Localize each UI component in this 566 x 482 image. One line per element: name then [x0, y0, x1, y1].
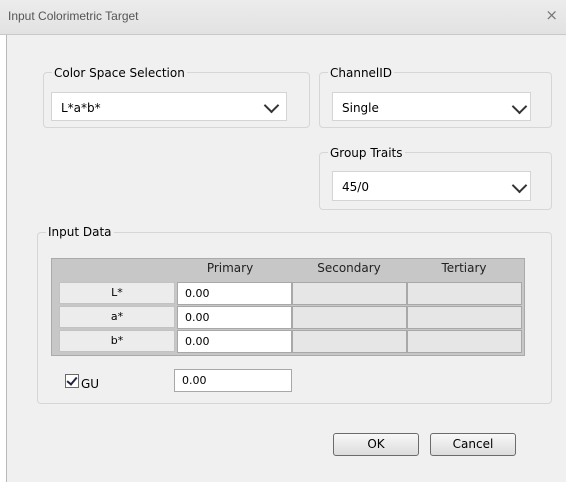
- row-header-a: a*: [59, 306, 175, 328]
- title-bar[interactable]: Input Colorimetric Target ×: [0, 0, 566, 35]
- b-primary-input[interactable]: 0.00: [177, 330, 292, 353]
- l-secondary-cell[interactable]: [292, 282, 407, 305]
- gu-checkbox[interactable]: [65, 374, 79, 388]
- ok-button[interactable]: OK: [333, 433, 419, 456]
- chevron-down-icon: [511, 177, 528, 194]
- dialog-title: Input Colorimetric Target: [8, 9, 139, 23]
- group-traits-label: Group Traits: [328, 146, 405, 160]
- column-header-secondary: Secondary: [317, 261, 381, 275]
- input-data-label: Input Data: [46, 225, 114, 239]
- column-header-tertiary: Tertiary: [441, 261, 487, 275]
- gu-label: GU: [81, 377, 100, 391]
- channel-id-label: ChannelID: [328, 66, 395, 80]
- chevron-down-icon: [263, 97, 280, 114]
- group-traits-value: 45/0: [342, 180, 369, 194]
- b-secondary-cell[interactable]: [292, 330, 407, 353]
- a-primary-value: 0.00: [185, 311, 210, 324]
- b-tertiary-cell[interactable]: [407, 330, 522, 353]
- color-space-label: Color Space Selection: [52, 66, 187, 80]
- l-primary-input[interactable]: 0.00: [177, 282, 292, 305]
- checkmark-icon: [66, 374, 78, 386]
- color-space-value: L*a*b*: [61, 101, 101, 115]
- row-header-b: b*: [59, 330, 175, 352]
- input-data-table: Primary Secondary Tertiary L* 0.00 a* 0.…: [51, 258, 525, 356]
- b-primary-value: 0.00: [185, 335, 210, 348]
- group-traits-select[interactable]: 45/0: [332, 171, 531, 201]
- a-tertiary-cell[interactable]: [407, 306, 522, 329]
- channel-id-select[interactable]: Single: [332, 92, 531, 121]
- column-header-primary: Primary: [206, 261, 254, 275]
- close-icon[interactable]: ×: [545, 6, 558, 24]
- gu-input[interactable]: 0.00: [174, 369, 292, 392]
- l-primary-value: 0.00: [185, 287, 210, 300]
- a-primary-input[interactable]: 0.00: [177, 306, 292, 329]
- a-secondary-cell[interactable]: [292, 306, 407, 329]
- channel-id-value: Single: [342, 101, 379, 115]
- color-space-select[interactable]: L*a*b*: [51, 92, 287, 121]
- gu-value: 0.00: [182, 374, 207, 387]
- cancel-button[interactable]: Cancel: [430, 433, 516, 456]
- l-tertiary-cell[interactable]: [407, 282, 522, 305]
- row-header-l: L*: [59, 282, 175, 304]
- dialog-window: Input Colorimetric Target × Color Space …: [0, 0, 566, 482]
- chevron-down-icon: [511, 98, 528, 115]
